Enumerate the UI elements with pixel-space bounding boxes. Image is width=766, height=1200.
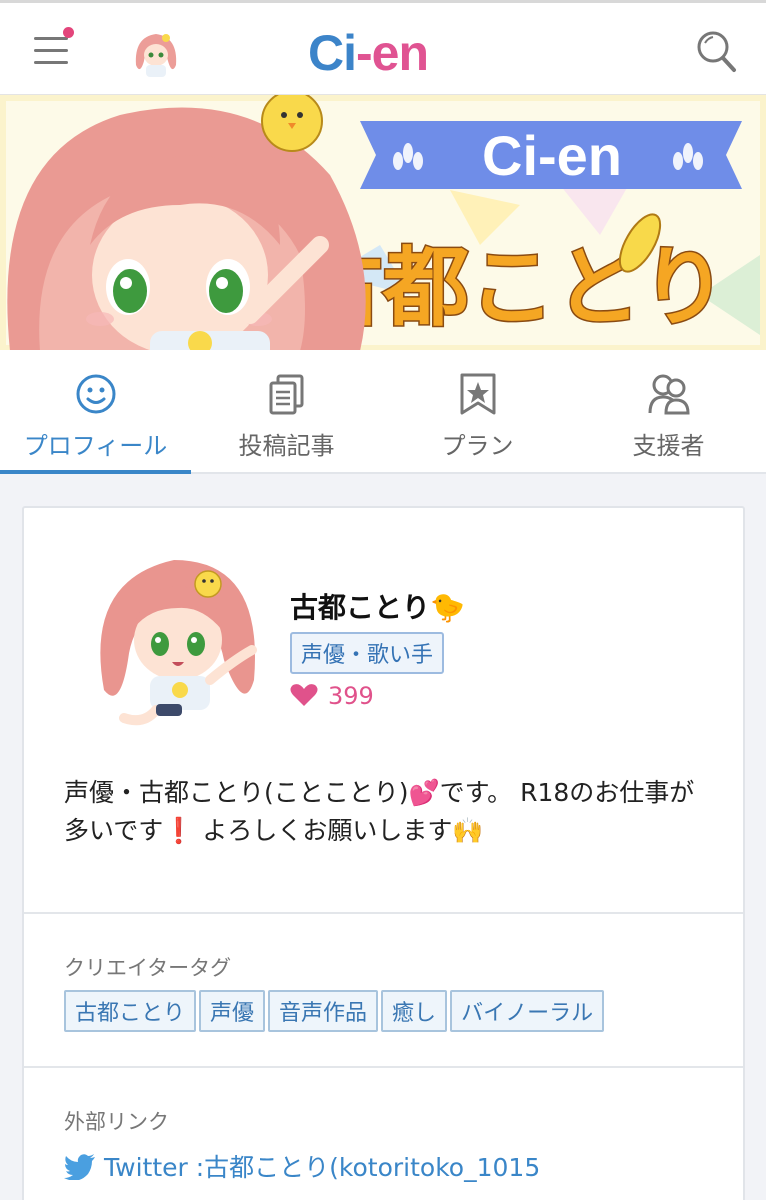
- tag-item[interactable]: 癒し: [381, 990, 448, 1032]
- tab-plans-label: プラン: [441, 432, 514, 460]
- tab-posts-label: 投稿記事: [238, 432, 335, 460]
- top-header: Ci-en: [0, 0, 766, 94]
- section-divider: [24, 1066, 743, 1068]
- logo-en-text: en: [371, 25, 429, 81]
- twitter-link-text: Twitter :古都ことり(kotoritoko_1015: [104, 1153, 541, 1182]
- tag-item[interactable]: 声優: [199, 990, 266, 1032]
- logo-ci-text: Ci: [308, 25, 357, 81]
- supporters-icon: [648, 374, 690, 415]
- likes-value: 399: [328, 682, 374, 710]
- creator-role-badge[interactable]: 声優・歌い手: [290, 632, 445, 674]
- notification-dot: [63, 27, 74, 38]
- banner-illustration: Ci-en 古都ことり: [0, 95, 766, 350]
- ci-en-logo[interactable]: Ci-en: [308, 25, 429, 81]
- bookmark-star-icon: [460, 373, 496, 415]
- creator-tags-list: 古都ことり 声優 音声作品 癒し バイノーラル: [64, 990, 714, 1032]
- tab-plans[interactable]: プラン: [382, 350, 573, 472]
- search-icon[interactable]: [694, 28, 738, 74]
- smiley-face-icon: [76, 374, 116, 414]
- profile-tabs: プロフィール 投稿記事 プラン 支援者: [0, 350, 766, 474]
- twitter-link[interactable]: Twitter :古都ことり(kotoritoko_1015: [64, 1148, 540, 1184]
- profile-card: 古都ことり🐤 声優・歌い手 399 声優・古都ことり(ことことり)💕です。 R1…: [22, 506, 745, 1200]
- tab-supporters-label: 支援者: [632, 432, 705, 460]
- documents-icon: [269, 374, 304, 415]
- tab-posts[interactable]: 投稿記事: [191, 350, 382, 472]
- tag-item[interactable]: バイノーラル: [450, 990, 605, 1032]
- creator-banner: Ci-en 古都ことり: [0, 94, 766, 350]
- profile-avatar: [84, 540, 270, 736]
- creator-name: 古都ことり🐤: [290, 591, 465, 624]
- external-links-title: 外部リンク: [64, 1110, 169, 1134]
- twitter-bird-icon: [64, 1154, 95, 1180]
- tag-item[interactable]: 音声作品: [268, 990, 379, 1032]
- hamburger-menu-icon[interactable]: [34, 27, 74, 67]
- tag-item[interactable]: 古都ことり: [64, 990, 197, 1032]
- tab-supporters[interactable]: 支援者: [573, 350, 764, 472]
- logo-dash-text: -: [356, 25, 373, 81]
- tab-profile-label: プロフィール: [23, 432, 168, 460]
- creator-tags-title: クリエイタータグ: [64, 956, 232, 980]
- tab-profile[interactable]: プロフィール: [0, 350, 191, 474]
- likes-count[interactable]: 399: [290, 682, 374, 710]
- creator-bio: 声優・古都ことり(ことことり)💕です。 R18のお仕事が多いです❗️ よろしくお…: [64, 778, 695, 845]
- heart-icon: [290, 684, 318, 706]
- header-avatar[interactable]: [128, 25, 184, 81]
- section-divider: [24, 912, 743, 914]
- banner-ribbon-text: Ci-en: [482, 124, 622, 187]
